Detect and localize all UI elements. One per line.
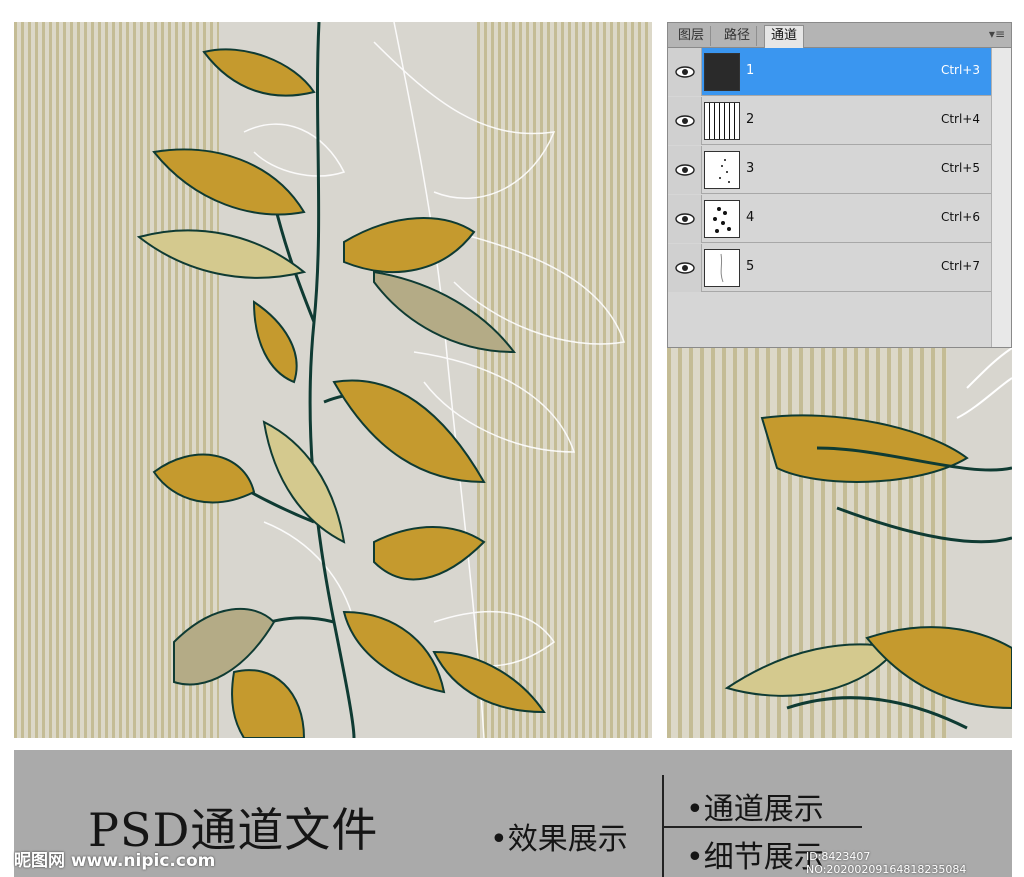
tab-channels[interactable]: 通道 [764,25,805,48]
channel-name: 2 [746,112,755,127]
channel-row-1[interactable]: 1 Ctrl+3 [668,48,992,96]
channel-thumbnail [704,53,740,91]
eye-icon[interactable] [674,113,696,129]
channel-name: 1 [746,63,755,78]
botanical-leaves-illustration [136,22,625,738]
detail-leaves-illustration [724,348,1012,730]
channels-panel: 图层 路径 通道 ▾≡ 1 Ctrl+3 2 Ctrl+4 3 Ctrl+5 4… [667,22,1012,348]
visibility-toggle[interactable] [668,195,702,243]
channel-shortcut: Ctrl+4 [940,112,980,126]
channel-name: 4 [746,210,755,225]
channel-row-4[interactable]: 4 Ctrl+6 [668,195,992,243]
channel-name: 3 [746,161,755,176]
panel-tab-bar: 图层 路径 通道 ▾≡ [668,23,1011,48]
eye-icon[interactable] [674,211,696,227]
visibility-toggle[interactable] [668,48,702,96]
visibility-toggle[interactable] [668,146,702,194]
visibility-toggle[interactable] [668,97,702,145]
channel-shortcut: Ctrl+3 [940,63,980,77]
channel-shortcut: Ctrl+7 [940,259,980,273]
channel-thumbnail [704,200,740,238]
channel-row-5[interactable]: 5 Ctrl+7 [668,244,992,292]
channel-thumbnail [704,151,740,189]
eye-icon[interactable] [674,162,696,178]
channel-shortcut: Ctrl+5 [940,161,980,175]
caption-detail-label: •细节展示 [686,840,824,875]
main-artwork-preview [14,22,652,738]
channel-thumbnail [704,102,740,140]
caption-effect-label: •效果展示 [490,822,628,857]
visibility-toggle[interactable] [668,244,702,292]
eye-icon[interactable] [674,260,696,276]
tab-paths[interactable]: 路径 [718,26,758,46]
tab-layers[interactable]: 图层 [672,26,712,46]
channel-row-2[interactable]: 2 Ctrl+4 [668,97,992,145]
channel-shortcut: Ctrl+6 [940,210,980,224]
caption-channel-label: •通道展示 [686,792,824,827]
watermark-id: ID:8423407 NO:20200209164818235084 [806,850,967,876]
panel-menu-icon[interactable]: ▾≡ [989,27,1005,41]
eye-icon[interactable] [674,64,696,80]
channel-name: 5 [746,259,755,274]
detail-artwork-preview [667,348,1012,738]
channel-thumbnail [704,249,740,287]
watermark-logo: 昵图网 www.nipic.com [14,851,216,871]
channel-row-3[interactable]: 3 Ctrl+5 [668,146,992,194]
panel-scrollbar[interactable] [991,48,1011,347]
